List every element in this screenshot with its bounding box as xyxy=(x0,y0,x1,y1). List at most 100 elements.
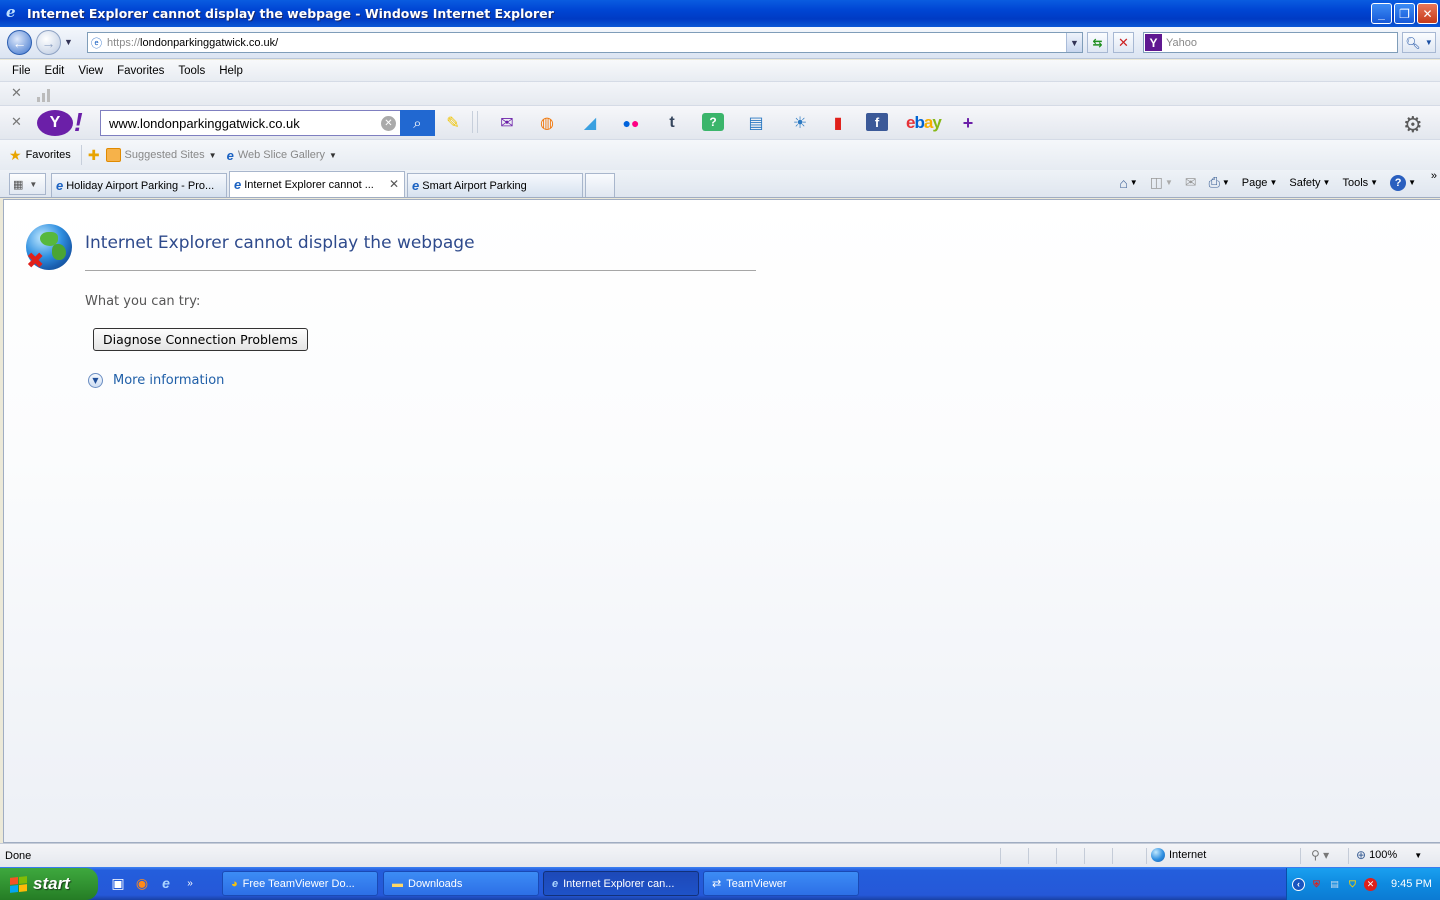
tools-menu[interactable]: Tools ▼ xyxy=(1342,177,1378,189)
close-tab-icon[interactable]: ✕ xyxy=(389,177,399,191)
help-menu[interactable]: ? ▼ xyxy=(1390,174,1416,191)
network-icon[interactable]: ▤ xyxy=(1328,878,1341,891)
tab-label: Holiday Airport Parking - Pro... xyxy=(66,179,215,192)
print-button[interactable]: ⎙ ▼ xyxy=(1209,174,1230,191)
svg-text:e: e xyxy=(6,4,16,20)
forward-arrow-icon: → xyxy=(41,34,56,51)
taskbar-button-downloads[interactable]: ▬ Downloads xyxy=(383,871,539,896)
back-arrow-icon: ← xyxy=(12,34,27,51)
show-desktop-icon[interactable]: ▣ xyxy=(110,875,126,891)
antivirus-icon[interactable]: ⛨ xyxy=(1310,878,1323,891)
ebay-logo-icon[interactable]: ebay xyxy=(906,113,942,133)
refresh-icon: ⇆ xyxy=(1092,35,1103,50)
close-yahoo-toolbar-icon[interactable]: ✕ xyxy=(11,114,22,130)
news-icon[interactable]: ▤ xyxy=(745,113,767,133)
tab-strip: ▦ ▼ e Holiday Airport Parking - Pro... e … xyxy=(0,170,1440,198)
answers-icon[interactable]: ? xyxy=(702,113,724,131)
address-toolbar: ← → ▼ ⓔ https:// londonparkinggatwick.co… xyxy=(0,27,1440,59)
finance-icon[interactable]: ◢ xyxy=(579,113,601,133)
back-button[interactable]: ← xyxy=(7,30,32,55)
windows-logo-icon xyxy=(10,875,27,893)
web-slice-dropdown-icon[interactable]: ▼ xyxy=(329,151,337,160)
recent-pages-dropdown[interactable]: ▼ xyxy=(64,37,73,47)
menu-view[interactable]: View xyxy=(78,65,111,77)
page-menu-label: Page xyxy=(1241,176,1268,189)
taskbar: start ▣ ◉ e » ◕ Free TeamViewer Do... ▬ … xyxy=(0,867,1440,900)
feeds-button[interactable]: ◫ ▼ xyxy=(1150,174,1173,191)
web-slice-gallery-link[interactable]: Web Slice Gallery xyxy=(238,149,325,161)
yahoo-search-button[interactable]: ⌕ xyxy=(400,110,435,136)
ie-quicklaunch-icon[interactable]: e xyxy=(158,875,174,891)
menu-tools[interactable]: Tools xyxy=(178,65,213,77)
divider xyxy=(80,145,82,165)
facebook-icon[interactable]: f xyxy=(866,113,888,131)
zoom-control[interactable]: ⊕ 100% ▼ xyxy=(1356,848,1422,862)
tab-list-dropdown-icon[interactable]: ▼ xyxy=(29,180,37,189)
more-information-link[interactable]: ▼ More information xyxy=(88,373,224,388)
taskbar-button-internet-explorer[interactable]: e Internet Explorer can... xyxy=(543,871,699,896)
highlighter-icon[interactable]: ✎ xyxy=(442,113,464,133)
address-dropdown-icon[interactable]: ▼ xyxy=(1066,33,1082,52)
divider xyxy=(1000,848,1001,864)
home-button[interactable]: ⌂ ▼ xyxy=(1119,175,1137,191)
toolbar-row: ✕ xyxy=(0,82,1440,106)
search-button[interactable]: 🔍︎ ▼ xyxy=(1402,32,1436,53)
tumblr-icon[interactable]: t xyxy=(661,113,683,133)
close-toolbar-icon[interactable]: ✕ xyxy=(11,85,22,101)
suggested-sites-link[interactable]: Suggested Sites xyxy=(125,149,205,161)
tab-smart-airport-parking[interactable]: e Smart Airport Parking xyxy=(407,173,583,197)
read-mail-button[interactable]: ✉ xyxy=(1185,174,1197,191)
add-icon[interactable]: + xyxy=(957,113,979,133)
address-bar[interactable]: ⓔ https:// londonparkinggatwick.co.uk/ ▼ xyxy=(87,32,1083,53)
stop-button[interactable]: ✕ xyxy=(1113,32,1134,53)
flickr-icon[interactable]: ● ● xyxy=(620,113,642,133)
bookmark-icon[interactable]: ▮ xyxy=(827,113,849,133)
mail-icon: ✉ xyxy=(1184,174,1197,190)
yahoo-toolbar: ✕ Y! www.londonparkinggatwick.co.uk ✕ ⌕ … xyxy=(0,106,1440,140)
minimize-button[interactable]: _ xyxy=(1371,3,1392,24)
taskbar-button-teamviewer-download[interactable]: ◕ Free TeamViewer Do... xyxy=(222,871,378,896)
quick-tabs-button[interactable]: ▦ ▼ xyxy=(9,173,46,195)
weather-icon[interactable]: ☀ xyxy=(789,113,811,133)
refresh-button[interactable]: ⇆ xyxy=(1087,32,1108,53)
mail-icon[interactable]: ✉ xyxy=(496,113,518,133)
page-menu[interactable]: Page ▼ xyxy=(1242,177,1278,189)
forward-button[interactable]: → xyxy=(36,30,61,55)
divider xyxy=(1028,848,1029,864)
security-zone[interactable]: Internet xyxy=(1151,848,1206,862)
restore-button[interactable]: ❐ xyxy=(1394,3,1415,24)
tab-ie-cannot-display[interactable]: e Internet Explorer cannot ... ✕ xyxy=(229,171,405,197)
favorites-button[interactable]: Favorites xyxy=(26,149,71,161)
zoom-dropdown-icon[interactable]: ▼ xyxy=(1414,851,1422,860)
sports-icon[interactable]: ◍ xyxy=(536,113,558,133)
diagnose-connection-problems-button[interactable]: Diagnose Connection Problems xyxy=(93,328,308,351)
menu-edit[interactable]: Edit xyxy=(45,65,73,77)
new-tab-button[interactable] xyxy=(585,173,615,197)
divider xyxy=(1056,848,1057,864)
yahoo-search-input[interactable]: www.londonparkinggatwick.co.uk ✕ xyxy=(100,110,401,136)
more-commands-chevron-icon[interactable]: » xyxy=(1431,170,1437,182)
firefox-icon[interactable]: ◉ xyxy=(134,875,150,891)
menu-help[interactable]: Help xyxy=(219,65,251,77)
more-quicklaunch-icon[interactable]: » xyxy=(182,875,198,891)
yahoo-logo-icon[interactable]: Y! xyxy=(37,107,83,137)
settings-gear-icon[interactable]: ⚙ xyxy=(1403,112,1423,138)
protected-mode-icon[interactable]: ⚲ ▾ xyxy=(1311,848,1329,862)
show-hidden-icons-chevron-icon[interactable]: ‹ xyxy=(1292,877,1305,891)
menu-favorites[interactable]: Favorites xyxy=(117,65,172,77)
suggested-sites-dropdown-icon[interactable]: ▼ xyxy=(209,151,217,160)
add-to-favorites-bar-icon[interactable]: ✚ xyxy=(88,147,100,164)
error-tray-icon[interactable]: ✕ xyxy=(1364,877,1377,891)
tab-holiday-airport-parking[interactable]: e Holiday Airport Parking - Pro... xyxy=(51,173,227,197)
start-button[interactable]: start xyxy=(0,868,98,900)
safety-menu-label: Safety xyxy=(1289,176,1321,189)
security-alert-icon[interactable]: ⛉ xyxy=(1346,878,1359,891)
clear-search-icon[interactable]: ✕ xyxy=(381,116,396,131)
search-options-icon[interactable]: ▼ xyxy=(1425,38,1433,47)
safety-menu[interactable]: Safety ▼ xyxy=(1289,177,1330,189)
close-button[interactable]: ✕ xyxy=(1417,3,1438,24)
menu-file[interactable]: File xyxy=(12,65,39,77)
tab-label: Smart Airport Parking xyxy=(422,179,527,192)
search-input[interactable]: Y Yahoo xyxy=(1143,32,1398,53)
taskbar-button-teamviewer[interactable]: ⇄ TeamViewer xyxy=(703,871,859,896)
